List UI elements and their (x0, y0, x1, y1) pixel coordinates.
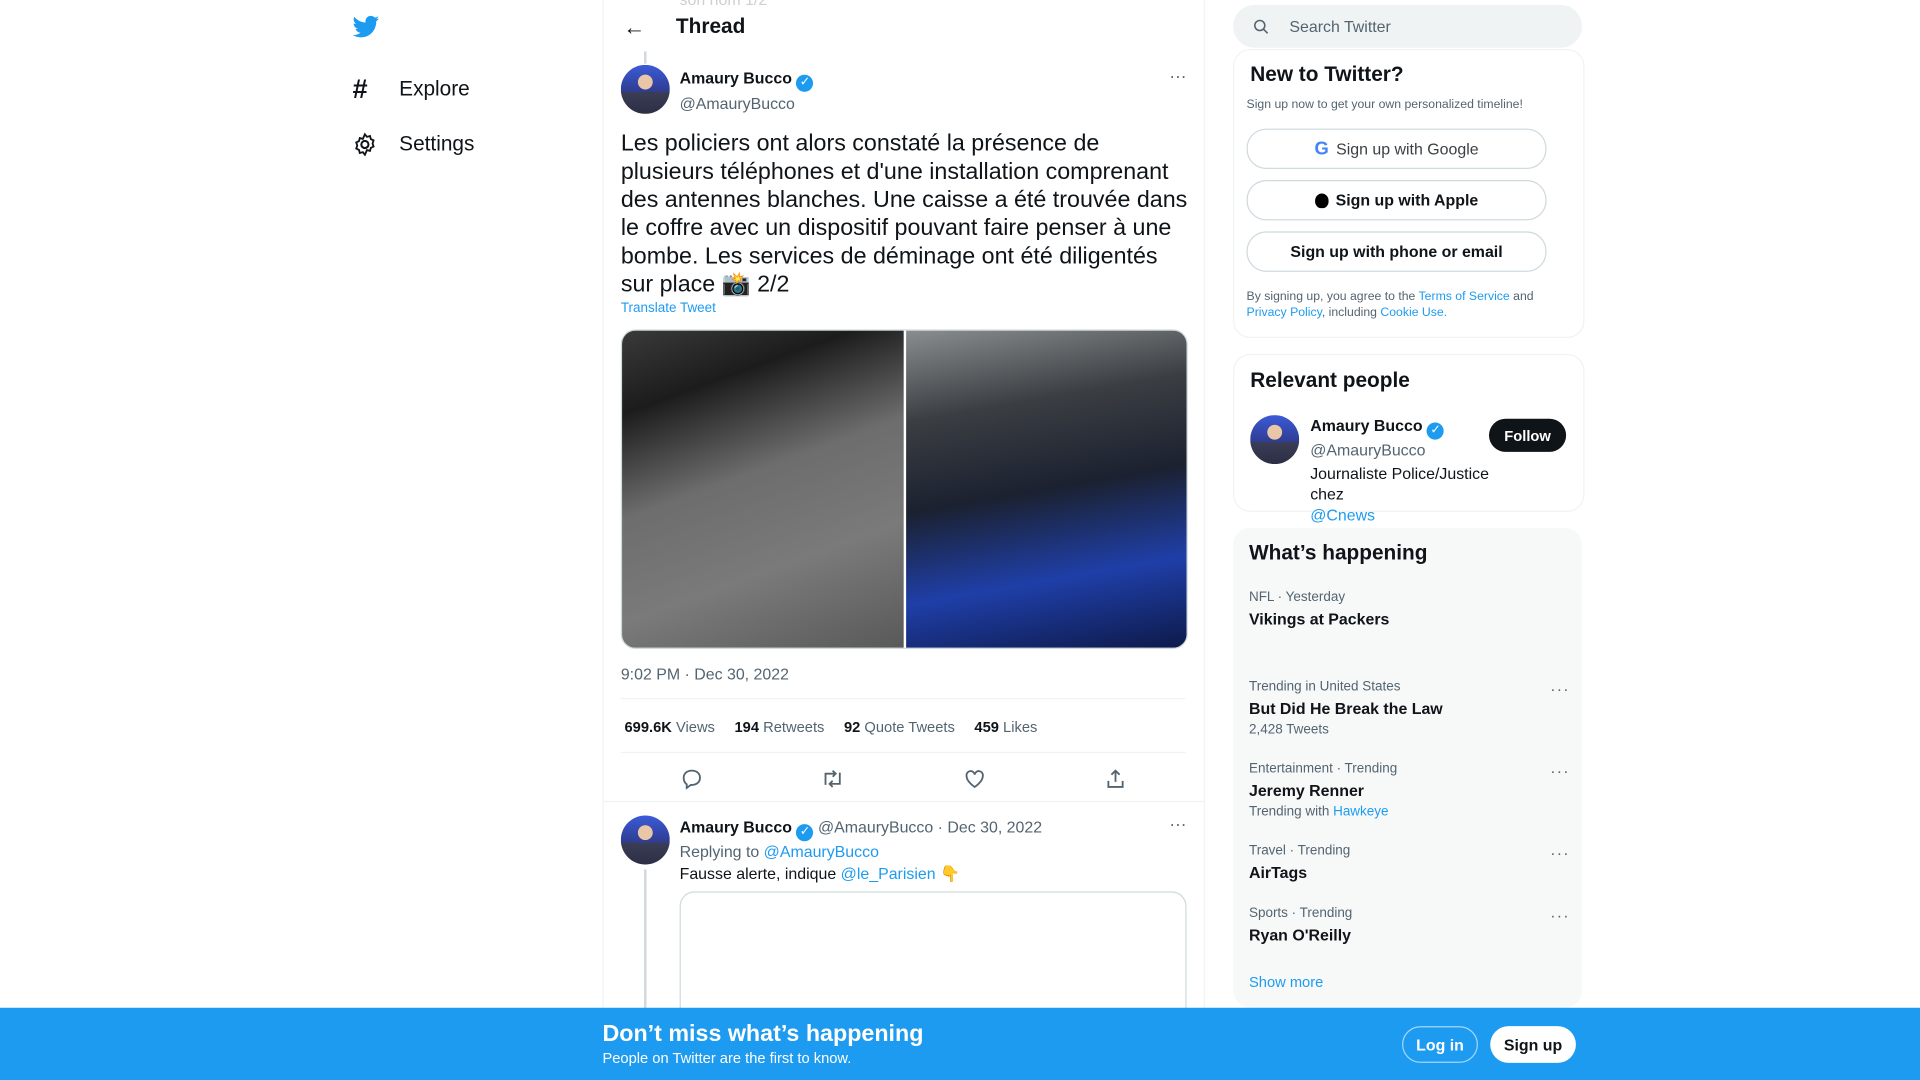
tweet-stats: 699.6K Views 194 Retweets 92 Quote Tweet… (624, 719, 1056, 736)
page-title: Thread (675, 14, 746, 38)
thread-column: son nom 1/2 ← Thread Amaury Bucco ✓ @Ama… (602, 0, 1205, 1080)
follow-button[interactable]: Follow (1488, 418, 1567, 452)
back-arrow-icon[interactable]: ← (623, 15, 645, 41)
gear-icon (355, 132, 375, 157)
relevant-avatar[interactable] (1250, 415, 1300, 465)
author-handle[interactable]: @AmauryBucco (680, 94, 814, 112)
signup-banner: Don’t miss what’s happening People on Tw… (0, 1007, 1920, 1080)
nav-explore-label: Explore (399, 77, 470, 101)
retweet-icon[interactable] (820, 767, 844, 791)
google-icon: G (1314, 138, 1329, 160)
stat-views[interactable]: 699.6K Views (624, 719, 714, 736)
reply-icon[interactable] (680, 767, 704, 791)
trend-item[interactable]: Travel · Trending AirTags ··· (1249, 844, 1570, 882)
nav-explore[interactable]: # Explore (353, 73, 470, 105)
nav-settings[interactable]: Settings (353, 132, 475, 157)
relevant-people-card: Relevant people Amaury Bucco ✓ @AmauryBu… (1233, 353, 1585, 524)
replying-to-link[interactable]: @AmauryBucco (764, 842, 879, 860)
login-button[interactable]: Log in (1402, 1026, 1478, 1063)
more-options-icon[interactable]: ··· (1169, 66, 1186, 86)
reply-tweet[interactable]: Amaury Bucco ✓ @AmauryBucco · Dec 30, 20… (680, 817, 1182, 886)
trend-item[interactable]: Trending in United States But Did He Brea… (1249, 680, 1570, 738)
translate-tweet-link[interactable]: Translate Tweet (621, 301, 716, 316)
share-icon[interactable] (1103, 767, 1127, 791)
mention-link[interactable]: @le_Parisien (841, 864, 936, 882)
media-photo-car-seat[interactable] (622, 330, 904, 648)
hashtag-icon: # (352, 73, 368, 105)
privacy-link[interactable]: Privacy Policy (1247, 306, 1322, 319)
cnews-link[interactable]: @Cnews (1310, 504, 1524, 525)
like-heart-icon[interactable] (962, 767, 986, 791)
signup-apple-button[interactable]: Sign up with Apple (1246, 180, 1547, 221)
reply-avatar[interactable] (620, 815, 670, 865)
signup-button[interactable]: Sign up (1490, 1026, 1576, 1063)
trend-more-icon[interactable]: ··· (1550, 680, 1570, 698)
search-input[interactable]: Search Twitter (1233, 4, 1583, 48)
twitter-logo-icon[interactable] (352, 15, 380, 39)
trend-item[interactable]: Sports · Trending Ryan O'Reilly ··· (1249, 906, 1570, 944)
terms-link[interactable]: Terms of Service (1419, 290, 1510, 303)
verified-badge-icon: ✓ (1426, 422, 1445, 440)
avatar[interactable] (620, 64, 670, 114)
whats-happening-card: What’s happening NFL · Yesterday Vikings … (1233, 527, 1583, 1008)
verified-badge-icon: ✓ (796, 824, 814, 842)
signup-google-button[interactable]: G Sign up with Google (1246, 128, 1547, 169)
tweet-media[interactable] (620, 329, 1188, 649)
hawkeye-link[interactable]: Hawkeye (1333, 804, 1388, 819)
signup-phone-email-button[interactable]: Sign up with phone or email (1246, 231, 1547, 272)
stat-quote-tweets[interactable]: 92 Quote Tweets (844, 719, 955, 736)
media-photo-box[interactable] (905, 330, 1187, 648)
search-icon (1254, 19, 1269, 34)
trend-item[interactable]: Entertainment · Trending Jeremy Renner Tre… (1249, 762, 1570, 820)
tweet-text: Les policiers ont alors constaté la prés… (620, 131, 1188, 298)
new-to-twitter-card: New to Twitter? Sign up now to get your … (1233, 48, 1585, 338)
stat-retweets[interactable]: 194 Retweets (735, 719, 825, 736)
reply-more-icon[interactable]: ··· (1169, 814, 1186, 834)
stat-likes[interactable]: 459 Likes (974, 719, 1037, 736)
show-more-link[interactable]: Show more (1249, 973, 1323, 990)
faded-previous-text: son nom 1/2 (680, 0, 768, 9)
apple-icon (1314, 192, 1329, 208)
trend-item[interactable]: NFL · Yesterday Vikings at Packers (1249, 590, 1570, 628)
author-name[interactable]: Amaury Bucco (680, 69, 792, 87)
cookie-link[interactable]: Cookie Use. (1380, 306, 1447, 319)
nav-settings-label: Settings (399, 132, 475, 156)
trend-more-icon[interactable]: ··· (1550, 762, 1570, 780)
tweet-timestamp[interactable]: 9:02 PM · Dec 30, 2022 (621, 665, 789, 683)
legal-text: By signing up, you agree to the Terms of… (1246, 290, 1534, 320)
search-placeholder: Search Twitter (1289, 17, 1391, 36)
trend-more-icon[interactable]: ··· (1550, 906, 1570, 924)
thread-line (644, 51, 647, 64)
verified-badge-icon: ✓ (796, 74, 814, 92)
trend-more-icon[interactable]: ··· (1550, 844, 1570, 862)
